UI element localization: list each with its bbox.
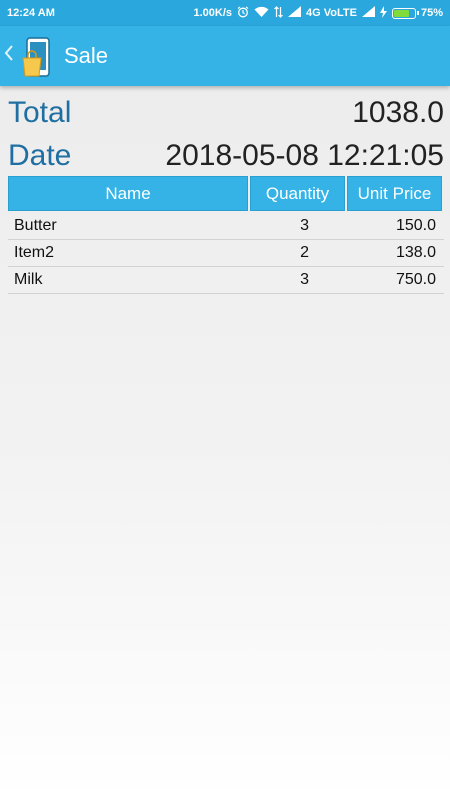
sale-items-table: Name Quantity Unit Price Butter 3 150.0 … — [8, 176, 444, 294]
column-header-unit-price[interactable]: Unit Price — [347, 176, 442, 211]
charging-icon — [379, 5, 387, 21]
table-body: Butter 3 150.0 Item2 2 138.0 Milk 3 750.… — [8, 213, 444, 294]
app-logo-icon[interactable] — [20, 36, 54, 77]
cell-unit-price: 150.0 — [395, 217, 436, 234]
table-row[interactable]: Butter 3 150.0 — [8, 213, 444, 240]
wifi-icon — [254, 6, 269, 21]
total-value: 1038.0 — [352, 96, 444, 129]
date-value: 2018-05-08 12:21:05 — [165, 139, 444, 172]
cell-name: Butter — [14, 217, 57, 234]
app-bar: Sale — [0, 26, 450, 86]
back-arrow-icon[interactable] — [4, 44, 18, 68]
status-indicators: 1.00K/s 4G VoLTE 75% — [193, 5, 443, 21]
total-label: Total — [8, 96, 72, 129]
cell-name: Item2 — [14, 244, 55, 261]
cell-unit-price: 138.0 — [395, 244, 436, 261]
battery-percent: 75% — [420, 7, 443, 19]
signal-icon-sim1 — [288, 6, 302, 20]
cell-quantity: 2 — [300, 244, 309, 261]
cell-unit-price: 750.0 — [395, 271, 436, 288]
table-row[interactable]: Item2 2 138.0 — [8, 240, 444, 267]
network-type: 4G VoLTE — [306, 7, 357, 19]
column-header-name[interactable]: Name — [8, 176, 248, 211]
total-row: Total 1038.0 — [8, 96, 444, 130]
page-title: Sale — [64, 43, 109, 68]
column-header-quantity[interactable]: Quantity — [250, 176, 345, 211]
net-speed: 1.00K/s — [193, 7, 233, 19]
cell-name: Milk — [14, 271, 43, 288]
table-row[interactable]: Milk 3 750.0 — [8, 267, 444, 294]
data-transfer-icon — [274, 5, 283, 21]
battery-icon — [391, 7, 419, 19]
date-label: Date — [8, 139, 72, 172]
date-row: Date 2018-05-08 12:21:05 — [8, 139, 444, 173]
status-bar: 12:24 AM 1.00K/s 4G VoLTE 75% — [0, 0, 450, 26]
table-header: Name Quantity Unit Price — [8, 176, 444, 211]
cell-quantity: 3 — [300, 271, 309, 288]
cell-quantity: 3 — [300, 217, 309, 234]
status-time: 12:24 AM — [7, 7, 55, 19]
signal-icon-sim2 — [361, 6, 375, 20]
alarm-icon — [237, 6, 249, 21]
